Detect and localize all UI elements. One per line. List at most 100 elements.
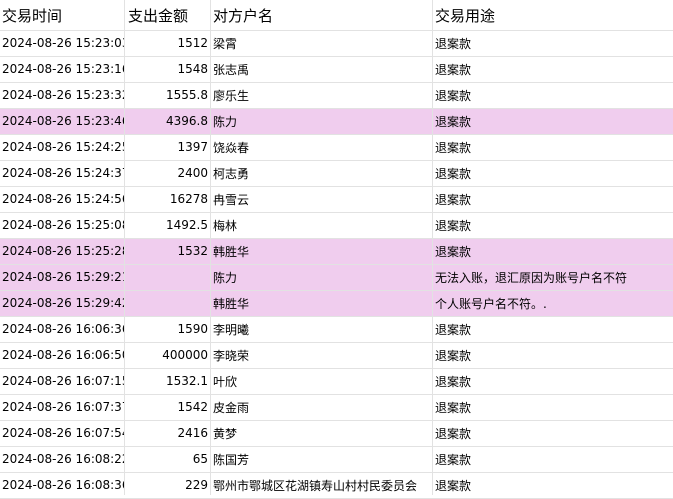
cell-use[interactable]: 退案款 [432, 82, 673, 108]
header-use[interactable]: 交易用途 [432, 0, 673, 30]
cell-name[interactable]: 陈国芳 [210, 446, 432, 472]
cell-time[interactable]: 2024-08-26 15:24:56 [0, 186, 124, 212]
grid-line [0, 264, 673, 265]
table-row: 2024-08-26 15:29:42 韩胜华 个人账号户名不符。. [0, 290, 673, 316]
cell-use[interactable]: 退案款 [432, 134, 673, 160]
cell-amount[interactable]: 1397 [124, 134, 210, 160]
cell-use[interactable]: 退案款 [432, 238, 673, 264]
cell-use[interactable]: 退案款 [432, 30, 673, 56]
cell-use[interactable]: 退案款 [432, 56, 673, 82]
cell-time[interactable]: 2024-08-26 15:23:16 [0, 56, 124, 82]
grid-line [0, 212, 673, 213]
cell-amount[interactable]: 400000 [124, 342, 210, 368]
cell-name[interactable]: 梅林 [210, 212, 432, 238]
cell-name[interactable]: 皮金雨 [210, 394, 432, 420]
cell-amount[interactable]: 4396.8 [124, 108, 210, 134]
header-name[interactable]: 对方户名 [210, 0, 432, 30]
cell-amount[interactable]: 2416 [124, 420, 210, 446]
table-row: 2024-08-26 15:29:21 陈力 无法入账，退汇原因为账号户名不符 [0, 264, 673, 290]
cell-use[interactable]: 退案款 [432, 160, 673, 186]
cell-name[interactable]: 廖乐生 [210, 82, 432, 108]
header-amount[interactable]: 支出金额 [124, 0, 210, 30]
cell-use[interactable]: 退案款 [432, 108, 673, 134]
cell-time[interactable]: 2024-08-26 15:24:37 [0, 160, 124, 186]
cell-name[interactable]: 陈力 [210, 108, 432, 134]
cell-time[interactable]: 2024-08-26 16:08:22 [0, 446, 124, 472]
table-row: 2024-08-26 16:06:50 400000 李晓荣 退案款 [0, 342, 673, 368]
cell-time[interactable]: 2024-08-26 15:25:28 [0, 238, 124, 264]
table-row: 2024-08-26 15:25:28 1532 韩胜华 退案款 [0, 238, 673, 264]
table-row: 2024-08-26 15:25:08 1492.5 梅林 退案款 [0, 212, 673, 238]
header-time[interactable]: 交易时间 [0, 0, 124, 30]
cell-name[interactable]: 黄梦 [210, 420, 432, 446]
cell-amount[interactable]: 1512 [124, 30, 210, 56]
table-row: 2024-08-26 16:07:37 1542 皮金雨 退案款 [0, 394, 673, 420]
cell-amount[interactable]: 1492.5 [124, 212, 210, 238]
cell-time[interactable]: 2024-08-26 16:08:36 [0, 472, 124, 498]
cell-time[interactable]: 2024-08-26 15:24:25 [0, 134, 124, 160]
grid-line [0, 30, 673, 31]
cell-use[interactable]: 退案款 [432, 420, 673, 446]
cell-name[interactable]: 李明曦 [210, 316, 432, 342]
grid-line [0, 186, 673, 187]
cell-amount[interactable]: 2400 [124, 160, 210, 186]
cell-name[interactable]: 李晓荣 [210, 342, 432, 368]
cell-use[interactable]: 退案款 [432, 186, 673, 212]
cell-amount[interactable] [124, 264, 210, 290]
cell-amount[interactable]: 1548 [124, 56, 210, 82]
cell-time[interactable]: 2024-08-26 16:06:50 [0, 342, 124, 368]
table-row: 2024-08-26 16:07:54 2416 黄梦 退案款 [0, 420, 673, 446]
cell-amount[interactable]: 1555.8 [124, 82, 210, 108]
grid-line [124, 0, 125, 495]
cell-use[interactable]: 退案款 [432, 472, 673, 498]
cell-amount[interactable]: 1590 [124, 316, 210, 342]
cell-name[interactable]: 冉雪云 [210, 186, 432, 212]
table-row: 2024-08-26 15:23:32 1555.8 廖乐生 退案款 [0, 82, 673, 108]
cell-time[interactable]: 2024-08-26 16:07:37 [0, 394, 124, 420]
grid-line [0, 160, 673, 161]
cell-use[interactable]: 退案款 [432, 446, 673, 472]
cell-time[interactable]: 2024-08-26 15:29:21 [0, 264, 124, 290]
cell-name[interactable]: 饶焱春 [210, 134, 432, 160]
cell-name[interactable]: 鄂州市鄂城区花湖镇寿山村村民委员会 [210, 472, 432, 498]
cell-amount[interactable]: 1542 [124, 394, 210, 420]
cell-name[interactable]: 陈力 [210, 264, 432, 290]
cell-amount[interactable] [124, 290, 210, 316]
cell-use[interactable]: 退案款 [432, 394, 673, 420]
cell-name[interactable]: 韩胜华 [210, 290, 432, 316]
cell-time[interactable]: 2024-08-26 16:06:36 [0, 316, 124, 342]
table-row: 2024-08-26 15:24:56 16278 冉雪云 退案款 [0, 186, 673, 212]
grid-line [0, 342, 673, 343]
cell-use[interactable]: 个人账号户名不符。. [432, 290, 673, 316]
cell-name[interactable]: 韩胜华 [210, 238, 432, 264]
header-row: 交易时间 支出金额 对方户名 交易用途 [0, 0, 673, 30]
cell-use[interactable]: 退案款 [432, 316, 673, 342]
cell-name[interactable]: 张志禹 [210, 56, 432, 82]
cell-time[interactable]: 2024-08-26 15:23:03 [0, 30, 124, 56]
grid-line [0, 56, 673, 57]
cell-name[interactable]: 柯志勇 [210, 160, 432, 186]
table-row: 2024-08-26 15:24:25 1397 饶焱春 退案款 [0, 134, 673, 160]
cell-amount[interactable]: 65 [124, 446, 210, 472]
cell-amount[interactable]: 1532.1 [124, 368, 210, 394]
cell-name[interactable]: 叶欣 [210, 368, 432, 394]
cell-use[interactable]: 无法入账，退汇原因为账号户名不符 [432, 264, 673, 290]
cell-time[interactable]: 2024-08-26 15:25:08 [0, 212, 124, 238]
cell-use[interactable]: 退案款 [432, 342, 673, 368]
cell-amount[interactable]: 1532 [124, 238, 210, 264]
table-row: 2024-08-26 15:23:16 1548 张志禹 退案款 [0, 56, 673, 82]
cell-use[interactable]: 退案款 [432, 212, 673, 238]
grid-line [0, 134, 673, 135]
cell-amount[interactable]: 229 [124, 472, 210, 498]
cell-use[interactable]: 退案款 [432, 368, 673, 394]
table-row: 2024-08-26 16:08:36 229 鄂州市鄂城区花湖镇寿山村村民委员会退… [0, 472, 673, 498]
cell-time[interactable]: 2024-08-26 16:07:15 [0, 368, 124, 394]
cell-amount[interactable]: 16278 [124, 186, 210, 212]
cell-time[interactable]: 2024-08-26 15:23:46 [0, 108, 124, 134]
cell-time[interactable]: 2024-08-26 16:07:54 [0, 420, 124, 446]
grid-line [0, 446, 673, 447]
cell-time[interactable]: 2024-08-26 15:23:32 [0, 82, 124, 108]
cell-time[interactable]: 2024-08-26 15:29:42 [0, 290, 124, 316]
grid-line [0, 420, 673, 421]
cell-name[interactable]: 梁霄 [210, 30, 432, 56]
